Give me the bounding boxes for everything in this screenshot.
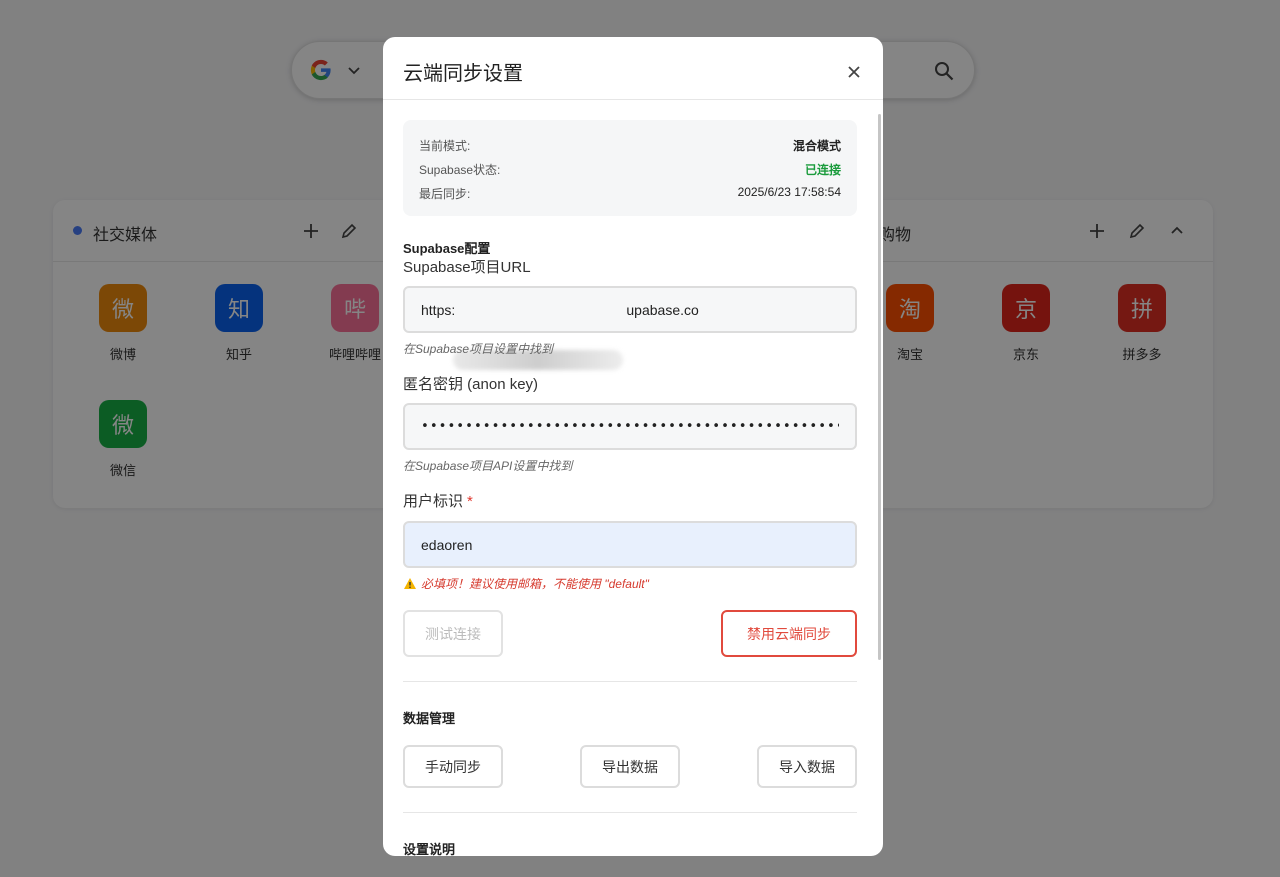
last-sync-label: 最后同步: <box>419 187 471 201</box>
user-id-label-text: 用户标识 <box>403 493 464 510</box>
warning-icon <box>404 578 416 589</box>
close-icon[interactable] <box>845 63 863 81</box>
anon-key-input[interactable] <box>403 403 857 450</box>
manual-sync-button[interactable]: 手动同步 <box>403 745 503 788</box>
mode-value: 混合模式 <box>792 139 841 153</box>
divider <box>403 681 857 682</box>
required-marker: * <box>467 493 473 510</box>
divider <box>403 812 857 813</box>
modal-header: 云端同步设置 <box>383 37 883 100</box>
mode-label: 当前模式: <box>419 139 471 153</box>
supabase-status-label: Supabase状态: <box>419 163 501 177</box>
data-management-title: 数据管理 <box>403 711 456 726</box>
url-input[interactable] <box>403 286 857 333</box>
status-panel: 当前模式: 混合模式 Supabase状态: 已连接 最后同步: 2025/6/… <box>403 120 857 216</box>
user-id-warning: 必填项！建议使用邮箱，不能使用 "default" <box>403 575 649 592</box>
status-row-supabase: Supabase状态: 已连接 <box>419 161 841 179</box>
disable-sync-button[interactable]: 禁用云端同步 <box>721 610 857 657</box>
instructions-title: 设置说明 <box>403 842 456 856</box>
status-row-last-sync: 最后同步: 2025/6/23 17:58:54 <box>419 185 841 203</box>
last-sync-value: 2025/6/23 17:58:54 <box>737 185 841 199</box>
cloud-sync-modal: 云端同步设置 当前模式: 混合模式 Supabase状态: 已连接 最后同步: … <box>383 37 883 856</box>
user-id-input[interactable] <box>403 521 857 568</box>
scrollbar[interactable] <box>878 114 881 660</box>
user-id-label: 用户标识 * <box>403 490 473 511</box>
supabase-status-value: 已连接 <box>804 163 841 177</box>
url-label: Supabase项目URL <box>403 259 531 276</box>
status-row-mode: 当前模式: 混合模式 <box>419 137 841 155</box>
anon-key-hint: 在Supabase项目API设置中找到 <box>403 459 573 473</box>
test-connection-button[interactable]: 测试连接 <box>403 610 503 657</box>
anon-key-label: 匿名密钥 (anon key) <box>403 376 539 393</box>
modal-title: 云端同步设置 <box>403 63 523 85</box>
export-data-button[interactable]: 导出数据 <box>580 745 680 788</box>
supabase-config-title: Supabase配置 <box>403 241 491 256</box>
user-id-warning-text: 必填项！建议使用邮箱，不能使用 "default" <box>421 577 649 591</box>
import-data-button[interactable]: 导入数据 <box>757 745 857 788</box>
url-hint: 在Supabase项目设置中找到 <box>403 342 554 356</box>
